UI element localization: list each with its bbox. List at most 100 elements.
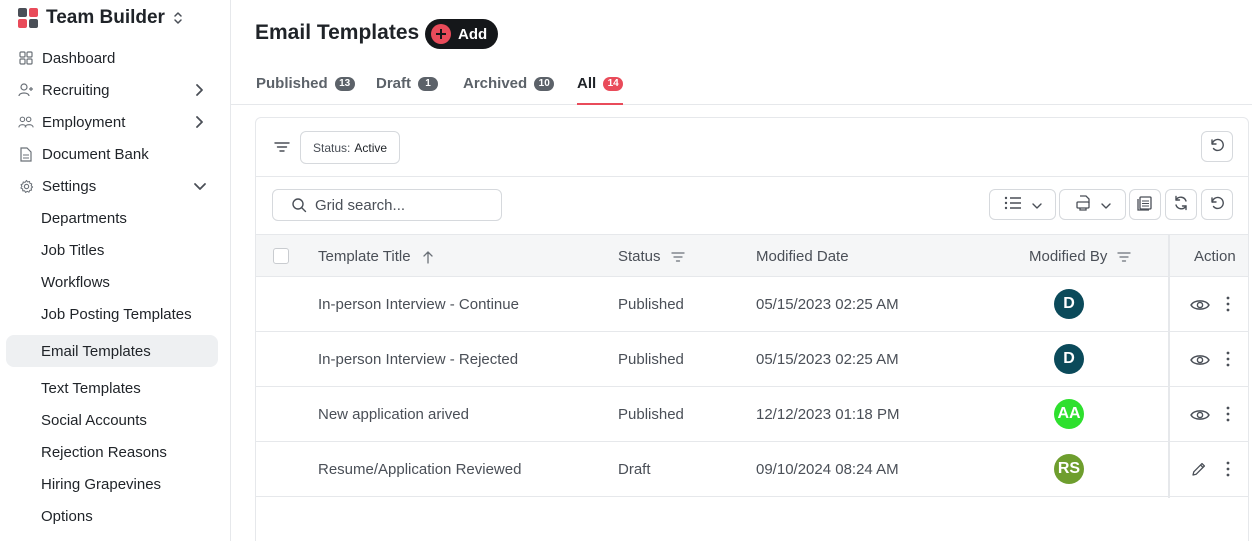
more-vertical-icon[interactable] [1225, 296, 1231, 312]
sidebar: Team Builder Dashboard Recruiting Employ… [0, 0, 231, 541]
cell-status: Published [618, 406, 684, 423]
column-chooser-button[interactable] [989, 189, 1056, 220]
column-header-label: Action [1194, 248, 1236, 265]
cell-modified-date: 05/15/2023 02:25 AM [756, 296, 899, 313]
reset-filters-button[interactable] [1201, 131, 1233, 162]
grid-header: Template Title Status Modified Date Modi… [256, 234, 1248, 277]
sidebar-item-dashboard[interactable]: Dashboard [18, 46, 213, 70]
gear-icon [18, 178, 34, 194]
cell-status: Published [618, 296, 684, 313]
sidebar-sub-text-templates[interactable]: Text Templates [41, 376, 141, 400]
filter-lines-icon[interactable] [274, 140, 290, 154]
users-icon [18, 114, 34, 130]
eye-icon[interactable] [1190, 353, 1210, 367]
cell-modified-date: 09/10/2024 08:24 AM [756, 461, 899, 478]
status-filter-value: Active [354, 140, 388, 155]
sidebar-item-employment[interactable]: Employment [18, 110, 213, 134]
logo-icon [18, 8, 38, 28]
select-all-checkbox[interactable] [273, 248, 289, 264]
main-content: Email Templates Add Published 13 Draft 1… [231, 0, 1252, 541]
refresh-button[interactable] [1165, 189, 1197, 220]
tab-label: Draft [376, 75, 412, 92]
chevron-down-icon [193, 178, 207, 194]
table-row[interactable]: Resume/Application Reviewed Draft 09/10/… [256, 442, 1248, 497]
chevron-right-icon [193, 82, 207, 98]
sidebar-sub-job-titles[interactable]: Job Titles [41, 238, 104, 262]
filter-bar: Status: Active [256, 118, 1248, 177]
chevron-right-icon [193, 114, 207, 130]
sidebar-item-recruiting[interactable]: Recruiting [18, 78, 213, 102]
tab-archived[interactable]: Archived 10 [463, 72, 555, 105]
sidebar-item-label: Document Bank [42, 145, 149, 163]
more-vertical-icon[interactable] [1225, 461, 1231, 477]
cell-status: Draft [618, 461, 651, 478]
cell-modified-date: 05/15/2023 02:25 AM [756, 351, 899, 368]
reset-grid-button[interactable] [1201, 189, 1233, 220]
column-header-modified-by[interactable]: Modified By [1029, 235, 1132, 278]
sidebar-sub-email-templates[interactable]: Email Templates [41, 339, 151, 363]
eye-icon[interactable] [1190, 298, 1210, 312]
table-row[interactable]: In-person Interview - Continue Published… [256, 277, 1248, 332]
column-header-label: Template Title [318, 248, 411, 265]
table-row[interactable]: In-person Interview - Rejected Published… [256, 332, 1248, 387]
column-header-label: Modified By [1029, 248, 1108, 265]
avatar: RS [1054, 454, 1084, 484]
search-input[interactable] [315, 196, 495, 214]
column-header-status[interactable]: Status [618, 235, 685, 278]
sidebar-item-label: Dashboard [42, 49, 116, 67]
sidebar-sub-options[interactable]: Options [41, 504, 93, 528]
templates-grid-panel: Status: Active Grid search... Template T… [255, 117, 1249, 541]
sidebar-item-label: Settings [42, 177, 97, 195]
tab-label: Published [256, 75, 328, 92]
avatar: D [1054, 344, 1084, 374]
column-header-label: Status [618, 248, 661, 265]
column-header-template-title[interactable]: Template Title [318, 235, 435, 278]
chevron-down-icon [1100, 197, 1111, 213]
column-header-modified-date[interactable]: Modified Date [756, 235, 849, 278]
sidebar-sub-departments[interactable]: Departments [41, 206, 127, 230]
list-icon [1004, 196, 1022, 213]
sidebar-item-label: Employment [42, 113, 126, 131]
eye-icon[interactable] [1190, 408, 1210, 422]
more-vertical-icon[interactable] [1225, 351, 1231, 367]
cell-template-title[interactable]: In-person Interview - Continue [318, 277, 519, 332]
status-filter-chip[interactable]: Status: Active [300, 131, 401, 164]
cell-template-title[interactable]: Resume/Application Reviewed [318, 442, 521, 497]
grid-search[interactable] [272, 189, 502, 221]
sidebar-item-document-bank[interactable]: Document Bank [18, 142, 213, 166]
tab-draft[interactable]: Draft 1 [376, 72, 439, 105]
sidebar-item-settings[interactable]: Settings [18, 174, 213, 198]
tab-count-badge: 10 [534, 77, 555, 91]
sidebar-sub-rejection-reasons[interactable]: Rejection Reasons [41, 440, 167, 464]
chevron-updown-icon [173, 10, 183, 26]
filter-lines-icon[interactable] [670, 250, 685, 264]
add-button[interactable]: Add [425, 19, 498, 49]
sidebar-sub-hiring-grapevines[interactable]: Hiring Grapevines [41, 472, 161, 496]
more-vertical-icon[interactable] [1225, 406, 1231, 422]
cell-template-title[interactable]: New application arived [318, 387, 469, 442]
brand-switcher[interactable]: Team Builder [18, 6, 183, 30]
sidebar-sub-workflows[interactable]: Workflows [41, 270, 110, 294]
brand-name: Team Builder [46, 7, 165, 28]
undo-icon [1209, 137, 1225, 156]
export-button[interactable] [1059, 189, 1126, 220]
sort-ascending-icon[interactable] [421, 250, 435, 264]
tab-count-badge: 13 [334, 77, 355, 91]
status-filter-label: Status: [313, 140, 351, 155]
cell-template-title[interactable]: In-person Interview - Rejected [318, 332, 518, 387]
sidebar-sub-social-accounts[interactable]: Social Accounts [41, 408, 147, 432]
table-row[interactable]: New application arived Published 12/12/2… [256, 387, 1248, 442]
saved-views-button[interactable] [1129, 189, 1161, 220]
plus-circle-icon [431, 24, 451, 44]
action-column-divider [1168, 234, 1170, 498]
search-icon [291, 197, 307, 213]
tab-all[interactable]: All 14 [577, 72, 624, 105]
chevron-down-icon [1031, 197, 1042, 213]
tab-count-badge: 14 [603, 77, 624, 91]
tab-published[interactable]: Published 13 [256, 72, 355, 105]
layers-icon [1137, 195, 1153, 214]
pencil-icon[interactable] [1191, 461, 1207, 477]
page-title: Email Templates [255, 21, 420, 44]
filter-lines-icon[interactable] [1117, 250, 1132, 264]
sidebar-sub-job-posting-templates[interactable]: Job Posting Templates [41, 302, 192, 326]
